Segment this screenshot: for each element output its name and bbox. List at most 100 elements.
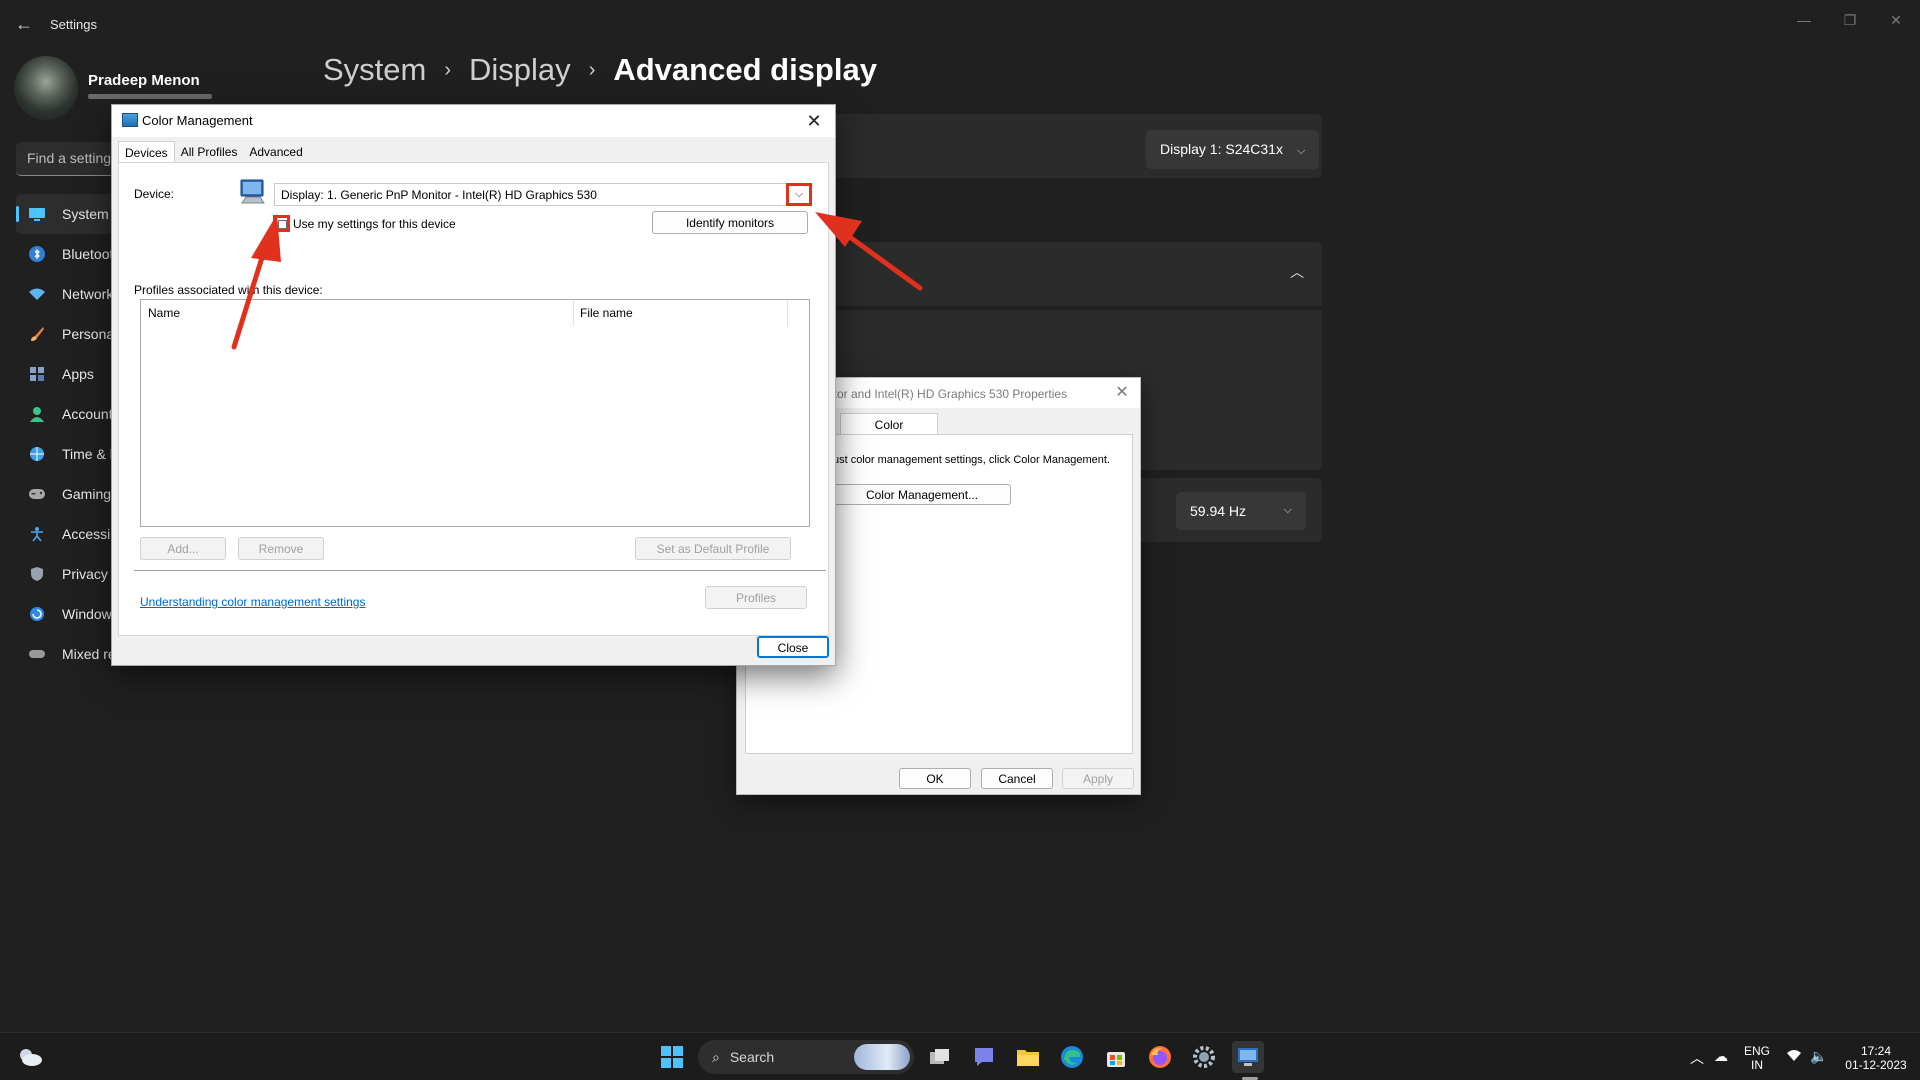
wifi-icon[interactable] bbox=[1786, 1048, 1802, 1065]
edge-browser-icon[interactable] bbox=[1056, 1041, 1088, 1073]
profiles-button[interactable]: Profiles bbox=[705, 586, 807, 609]
breadcrumb: System › Display › Advanced display bbox=[323, 52, 877, 88]
sidebar-item-personalisation[interactable]: Personalisation bbox=[16, 314, 126, 354]
divider bbox=[134, 570, 826, 571]
clock[interactable]: 17:24 01-12-2023 bbox=[1838, 1044, 1914, 1072]
user-name: Pradeep Menon bbox=[88, 72, 200, 89]
sidebar-item-bluetooth[interactable]: Bluetooth & devices bbox=[16, 234, 126, 274]
color-management-icon bbox=[122, 113, 138, 127]
display-info-header[interactable]: ︿ bbox=[830, 242, 1322, 306]
weather-icon[interactable] bbox=[14, 1041, 46, 1073]
use-my-settings-checkbox[interactable] bbox=[273, 215, 290, 232]
remove-button[interactable]: Remove bbox=[238, 537, 324, 560]
sidebar-nav: System Bluetooth & devices Network & int… bbox=[16, 194, 126, 674]
column-name[interactable]: Name bbox=[148, 306, 180, 320]
sidebar-item-label: System bbox=[62, 206, 109, 222]
tab-all-profiles[interactable]: All Profiles bbox=[175, 141, 244, 163]
start-icon[interactable] bbox=[656, 1041, 688, 1073]
sidebar-item-network[interactable]: Network & internet bbox=[16, 274, 126, 314]
account-icon bbox=[28, 405, 46, 423]
color-management-taskbar-icon[interactable] bbox=[1232, 1041, 1264, 1073]
sidebar-item-windows-update[interactable]: Windows Update bbox=[16, 594, 126, 634]
close-button[interactable]: Close bbox=[757, 636, 829, 658]
list-header: Name File name bbox=[141, 300, 809, 326]
profiles-label: Profiles associated with this device: bbox=[134, 283, 323, 297]
dialog-title: Color Management bbox=[142, 113, 253, 128]
breadcrumb-display[interactable]: Display bbox=[469, 52, 571, 88]
search-input[interactable]: Find a setting bbox=[16, 142, 126, 176]
accessibility-icon bbox=[28, 525, 46, 543]
color-management-button[interactable]: Color Management... bbox=[833, 484, 1011, 505]
volume-icon[interactable]: 🔈 bbox=[1810, 1048, 1827, 1065]
search-highlight-image bbox=[854, 1044, 910, 1070]
brush-icon bbox=[28, 325, 46, 343]
identify-monitors-button[interactable]: Identify monitors bbox=[652, 211, 808, 234]
sidebar-item-label: Apps bbox=[62, 366, 94, 382]
sidebar-item-mixed-reality[interactable]: Mixed reality bbox=[16, 634, 126, 674]
maximize-button[interactable]: ❐ bbox=[1830, 6, 1870, 34]
refresh-rate-dropdown[interactable]: 59.94 Hz ⌵ bbox=[1176, 492, 1306, 530]
page-title: Advanced display bbox=[613, 52, 877, 87]
add-button[interactable]: Add... bbox=[140, 537, 226, 560]
tab-color-management[interactable]: Color Management bbox=[840, 413, 938, 446]
display-selector-card: Display 1: S24C31x ⌵ bbox=[830, 114, 1322, 178]
gamepad-icon bbox=[28, 485, 46, 503]
chevron-down-icon: ⌵ bbox=[1283, 504, 1292, 516]
monitor-icon bbox=[28, 205, 46, 223]
refresh-rate-value: 59.94 Hz bbox=[1190, 503, 1247, 519]
taskbar-search-label: Search bbox=[729, 1049, 775, 1065]
sidebar-item-time-language[interactable]: Time & language bbox=[16, 434, 126, 474]
sidebar-item-accessibility[interactable]: Accessibility bbox=[16, 514, 126, 554]
close-icon[interactable]: ✕ bbox=[1110, 382, 1134, 402]
set-default-profile-button[interactable]: Set as Default Profile bbox=[635, 537, 791, 560]
back-arrow-icon[interactable]: ← bbox=[12, 12, 36, 36]
settings-gear-icon[interactable] bbox=[1188, 1041, 1220, 1073]
avatar bbox=[14, 56, 78, 120]
understanding-color-management-link[interactable]: Understanding color management settings bbox=[140, 595, 365, 609]
tab-advanced[interactable]: Advanced bbox=[243, 141, 308, 163]
column-divider bbox=[787, 300, 788, 326]
breadcrumb-separator: › bbox=[588, 58, 596, 81]
wifi-icon bbox=[28, 285, 46, 303]
chevron-up-icon[interactable]: ︿ bbox=[1690, 1048, 1704, 1068]
sidebar-item-apps[interactable]: Apps bbox=[16, 354, 126, 394]
language-indicator[interactable]: ENG IN bbox=[1744, 1044, 1770, 1072]
onedrive-icon[interactable]: ☁ bbox=[1714, 1048, 1728, 1065]
monitor-icon bbox=[238, 177, 268, 207]
apply-button[interactable]: Apply bbox=[1062, 768, 1134, 789]
minimize-button[interactable]: — bbox=[1784, 6, 1824, 34]
update-icon bbox=[28, 605, 46, 623]
sidebar-item-privacy[interactable]: Privacy & security bbox=[16, 554, 126, 594]
chevron-down-icon: ⌵ bbox=[1296, 145, 1306, 157]
search-icon: ⌕ bbox=[712, 1048, 720, 1065]
microsoft-store-icon[interactable] bbox=[1100, 1041, 1132, 1073]
clock-time: 17:24 bbox=[1860, 1044, 1892, 1058]
display-dropdown[interactable]: Display 1: S24C31x ⌵ bbox=[1146, 130, 1320, 169]
sidebar-item-accounts[interactable]: Accounts bbox=[16, 394, 126, 434]
tab-devices[interactable]: Devices bbox=[118, 141, 175, 163]
file-explorer-icon[interactable] bbox=[1012, 1041, 1044, 1073]
column-file-name[interactable]: File name bbox=[580, 306, 633, 320]
chevron-down-icon[interactable]: ⌵ bbox=[786, 183, 812, 206]
close-button[interactable]: ✕ bbox=[1876, 6, 1916, 34]
language-region: IN bbox=[1751, 1058, 1763, 1072]
device-dropdown[interactable]: Display: 1. Generic PnP Monitor - Intel(… bbox=[274, 183, 812, 206]
ok-button[interactable]: OK bbox=[899, 768, 971, 789]
cancel-button[interactable]: Cancel bbox=[981, 768, 1053, 789]
display-dropdown-value: Display 1: S24C31x bbox=[1160, 141, 1283, 157]
globe-icon bbox=[28, 445, 46, 463]
taskbar: ⌕ Search ︿ ☁ ENG IN 🔈 17:24 01-12-2023 bbox=[0, 1032, 1920, 1080]
close-icon[interactable]: ✕ bbox=[799, 107, 829, 135]
firefox-icon[interactable] bbox=[1144, 1041, 1176, 1073]
sidebar-item-gaming[interactable]: Gaming bbox=[16, 474, 126, 514]
properties-instruction-text: ust color management settings, click Col… bbox=[833, 454, 1110, 466]
chat-icon[interactable] bbox=[968, 1041, 1000, 1073]
taskbar-search[interactable]: ⌕ Search bbox=[698, 1040, 914, 1074]
breadcrumb-system[interactable]: System bbox=[323, 52, 426, 88]
task-view-icon[interactable] bbox=[924, 1041, 956, 1073]
breadcrumb-separator: › bbox=[444, 58, 452, 81]
chevron-up-icon[interactable]: ︿ bbox=[1290, 262, 1304, 282]
title-bar: ← Settings — ❐ ✕ bbox=[0, 0, 1920, 48]
sidebar-item-system[interactable]: System bbox=[16, 194, 126, 234]
profiles-list[interactable]: Name File name bbox=[140, 299, 810, 527]
